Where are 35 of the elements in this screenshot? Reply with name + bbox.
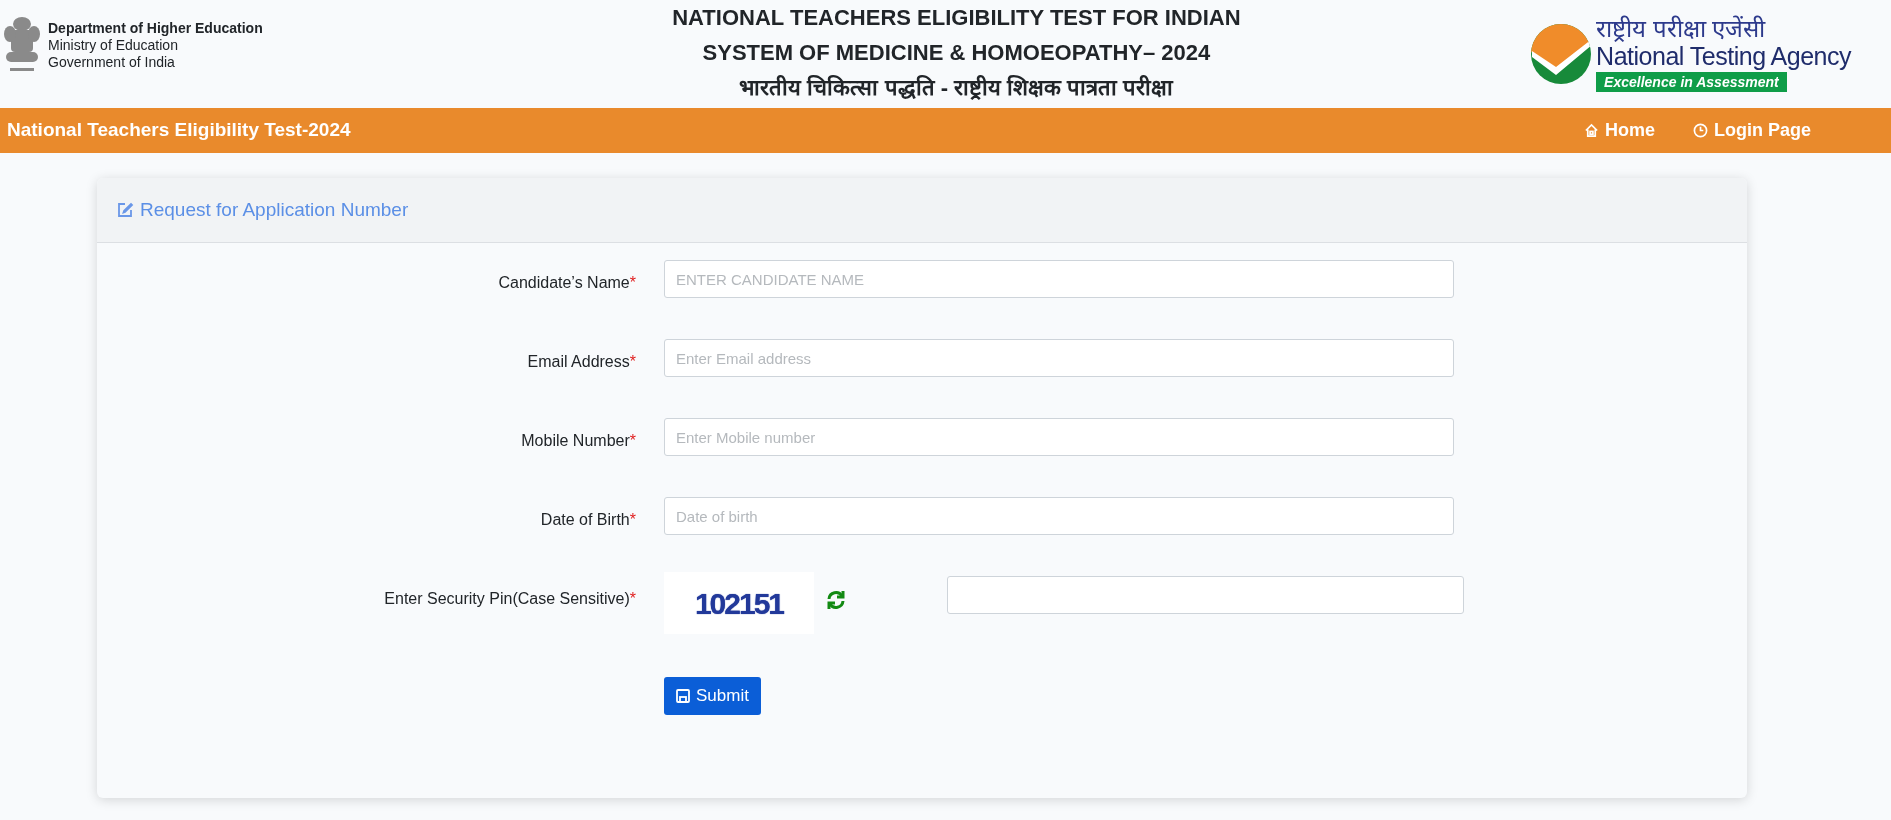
field-label: Email Address [527, 352, 630, 372]
site-title: National Teachers Eligibility Test-2024 [7, 118, 351, 143]
input-field[interactable]: ENTER CANDIDATE NAME [664, 260, 1454, 298]
input-field[interactable]: Date of birth [664, 497, 1454, 535]
required-asterisk: * [629, 510, 636, 530]
edit-icon [116, 201, 134, 219]
refresh-icon [825, 589, 847, 611]
department-name: Department of Higher Education [48, 19, 263, 37]
required-asterisk: * [629, 589, 636, 609]
exam-title: भारतीय चिकित्सा पद्धति - राष्ट्रीय शिक्षक पात्रता परीक्षा [739, 74, 1174, 102]
field-label: Date of Birth [540, 510, 630, 530]
agency-name: National Testing Agency [1596, 42, 1851, 70]
required-asterisk: * [629, 273, 636, 293]
card-title: Request for Application Number [140, 197, 409, 222]
clock-icon [1693, 123, 1708, 138]
home-icon [1583, 123, 1599, 138]
field-label: Enter Security Pin(Case Sensitive) [384, 589, 630, 609]
security-pin-field[interactable] [947, 576, 1464, 614]
exam-title: NATIONAL TEACHERS ELIGIBILITY TEST FOR INDIAN [672, 4, 1241, 32]
government-name: Government of India [48, 53, 176, 71]
nav-link[interactable]: Login Page [1693, 117, 1811, 144]
field-label: Mobile Number [521, 431, 630, 451]
input-field[interactable]: Enter Email address [664, 339, 1454, 377]
nav-link[interactable]: Home [1583, 117, 1655, 144]
required-asterisk: * [629, 431, 636, 451]
required-asterisk: * [629, 352, 636, 372]
agency-hindi-name: राष्ट्रीय परीक्षा एजेंसी [1596, 16, 1766, 42]
exam-title: SYSTEM OF MEDICINE & HOMOEOPATHY– 2024 [702, 39, 1211, 67]
captcha-image: 102151 [664, 572, 814, 634]
ministry-name: Ministry of Education [48, 36, 179, 54]
floppy-icon [676, 689, 690, 703]
input-field[interactable]: Enter Mobile number [664, 418, 1454, 456]
agency-tagline: Excellence in Assessment [1596, 72, 1787, 92]
submit-button[interactable]: Submit [664, 677, 761, 715]
field-label: Candidate’s Name [498, 273, 630, 293]
